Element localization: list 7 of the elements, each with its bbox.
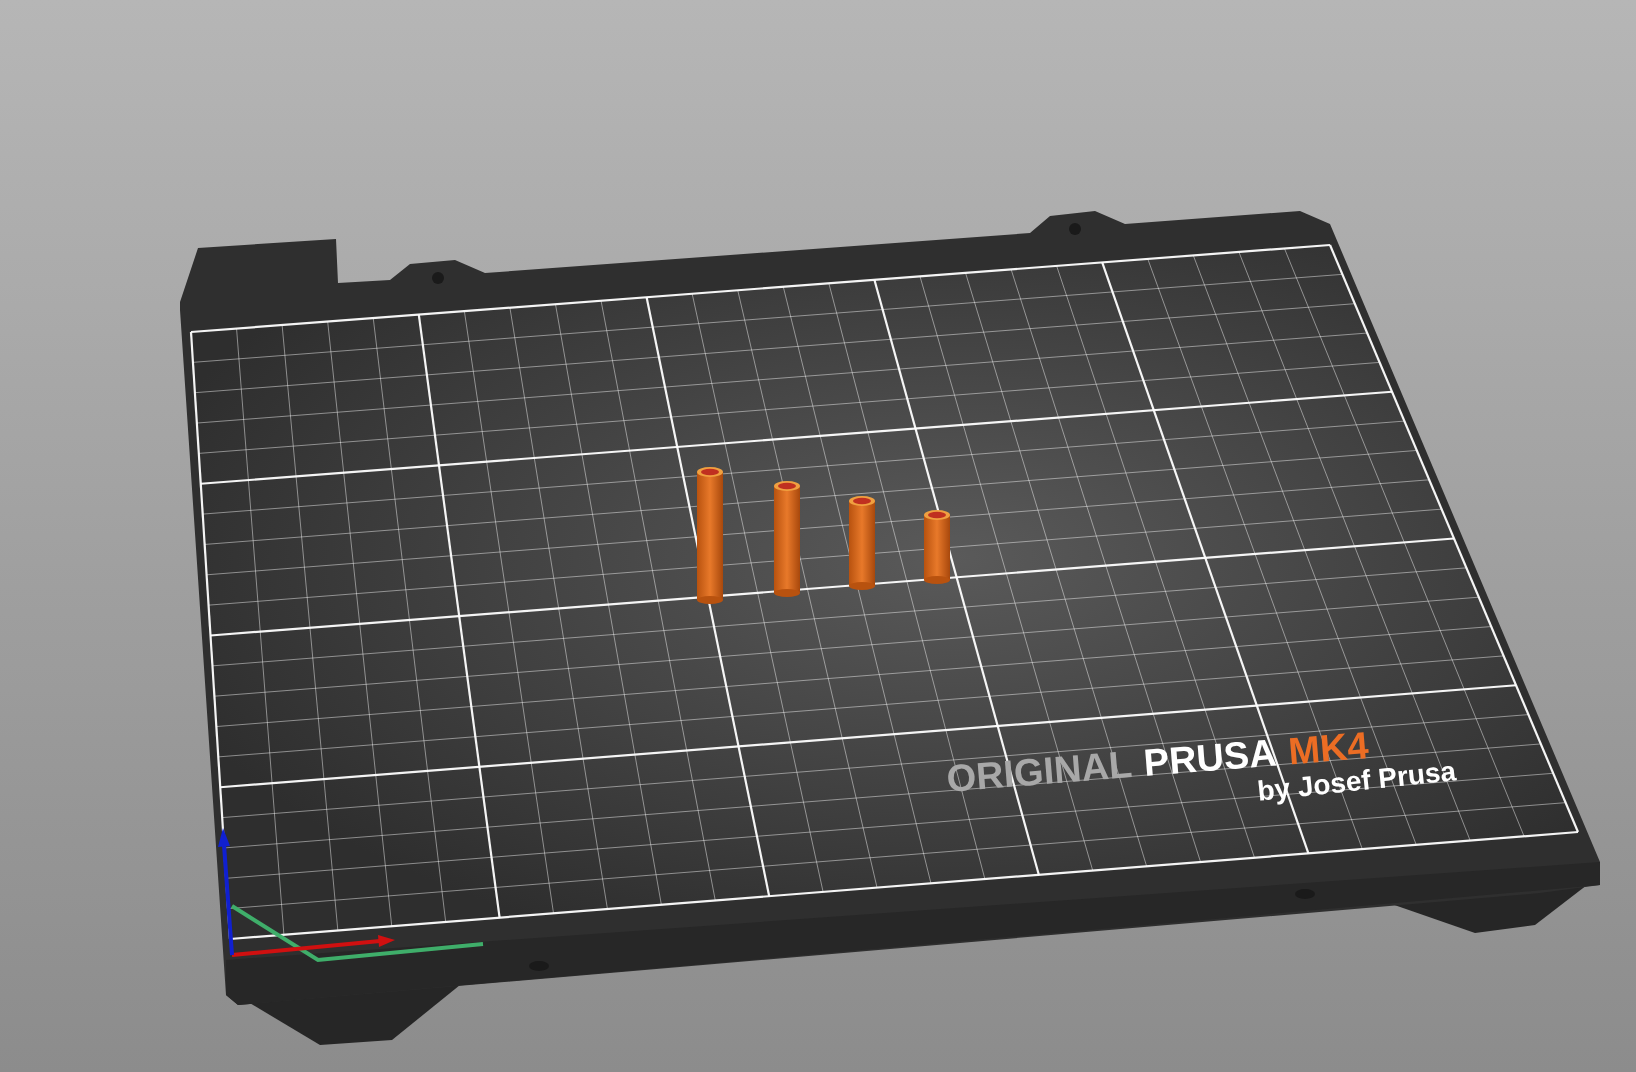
cylinder-model[interactable] [849, 496, 875, 590]
cylinder-model[interactable] [924, 510, 950, 584]
logo-prefix: ORIGINAL [945, 743, 1134, 801]
cylinder-model[interactable] [697, 467, 723, 604]
cylinder-model[interactable] [774, 481, 800, 597]
axes-gizmo[interactable] [218, 828, 484, 963]
3d-viewport[interactable]: ORIGINAL PRUSA MK4 by Josef Prusa [0, 0, 1636, 1072]
